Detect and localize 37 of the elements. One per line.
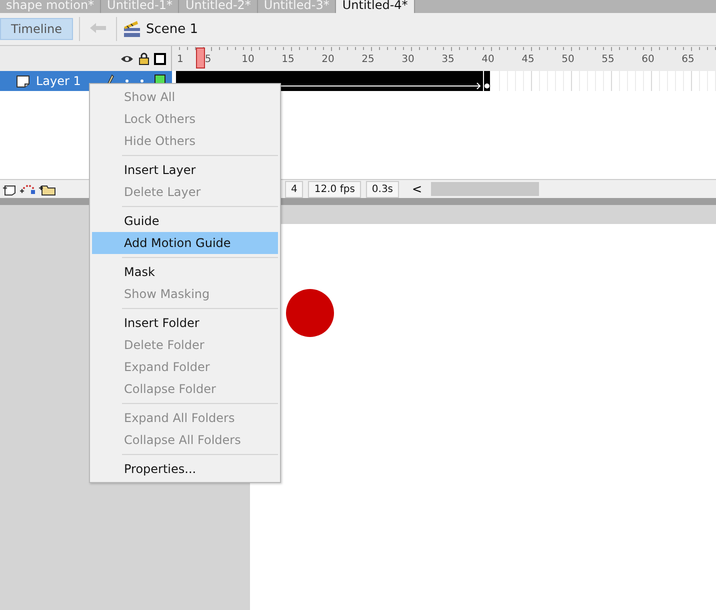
frame-number: 45: [522, 54, 534, 65]
frame-number: 10: [242, 54, 254, 65]
menu-item[interactable]: Guide: [92, 210, 278, 232]
scene-label: Scene 1: [146, 22, 198, 36]
frame-number: 1: [177, 54, 184, 65]
scroll-left-button[interactable]: <: [408, 182, 426, 196]
menu-item[interactable]: Add Motion Guide: [92, 232, 278, 254]
menu-item[interactable]: Insert Folder: [92, 312, 278, 334]
frame-number: 55: [602, 54, 614, 65]
playhead[interactable]: [196, 48, 205, 68]
frame-number: 35: [442, 54, 454, 65]
frame-number: 5: [204, 54, 212, 65]
frame-number: 65: [682, 54, 694, 65]
menu-item[interactable]: Properties...: [92, 458, 278, 480]
outline-square-icon: [154, 52, 166, 64]
circle-shape[interactable]: [286, 289, 334, 337]
layer-buttons-icon: [2, 182, 56, 196]
frame-number: 25: [362, 54, 374, 65]
elapsed-time: 0.3s: [366, 180, 400, 198]
menu-item[interactable]: Insert Layer: [92, 159, 278, 181]
frame-number: 40: [482, 54, 494, 65]
back-arrow-icon: [89, 22, 108, 34]
eye-icon: [120, 54, 134, 64]
layer-name: Layer 1: [36, 74, 82, 88]
clapperboard-icon: [123, 20, 142, 38]
layer-icon: [16, 74, 30, 88]
frame-number: 50: [562, 54, 574, 65]
padlock-icon: [139, 52, 149, 65]
current-frame: 4: [285, 180, 304, 198]
menu-item[interactable]: Mask: [92, 261, 278, 283]
frame-rate: 12.0 fps: [308, 180, 361, 198]
frame-number: 60: [642, 54, 654, 65]
timeline-button[interactable]: Timeline: [0, 18, 74, 40]
scrollbar-thumb[interactable]: [431, 182, 540, 196]
frame-number: 20: [322, 54, 334, 65]
frame-number: 30: [402, 54, 414, 65]
frame-number: 15: [282, 54, 294, 65]
